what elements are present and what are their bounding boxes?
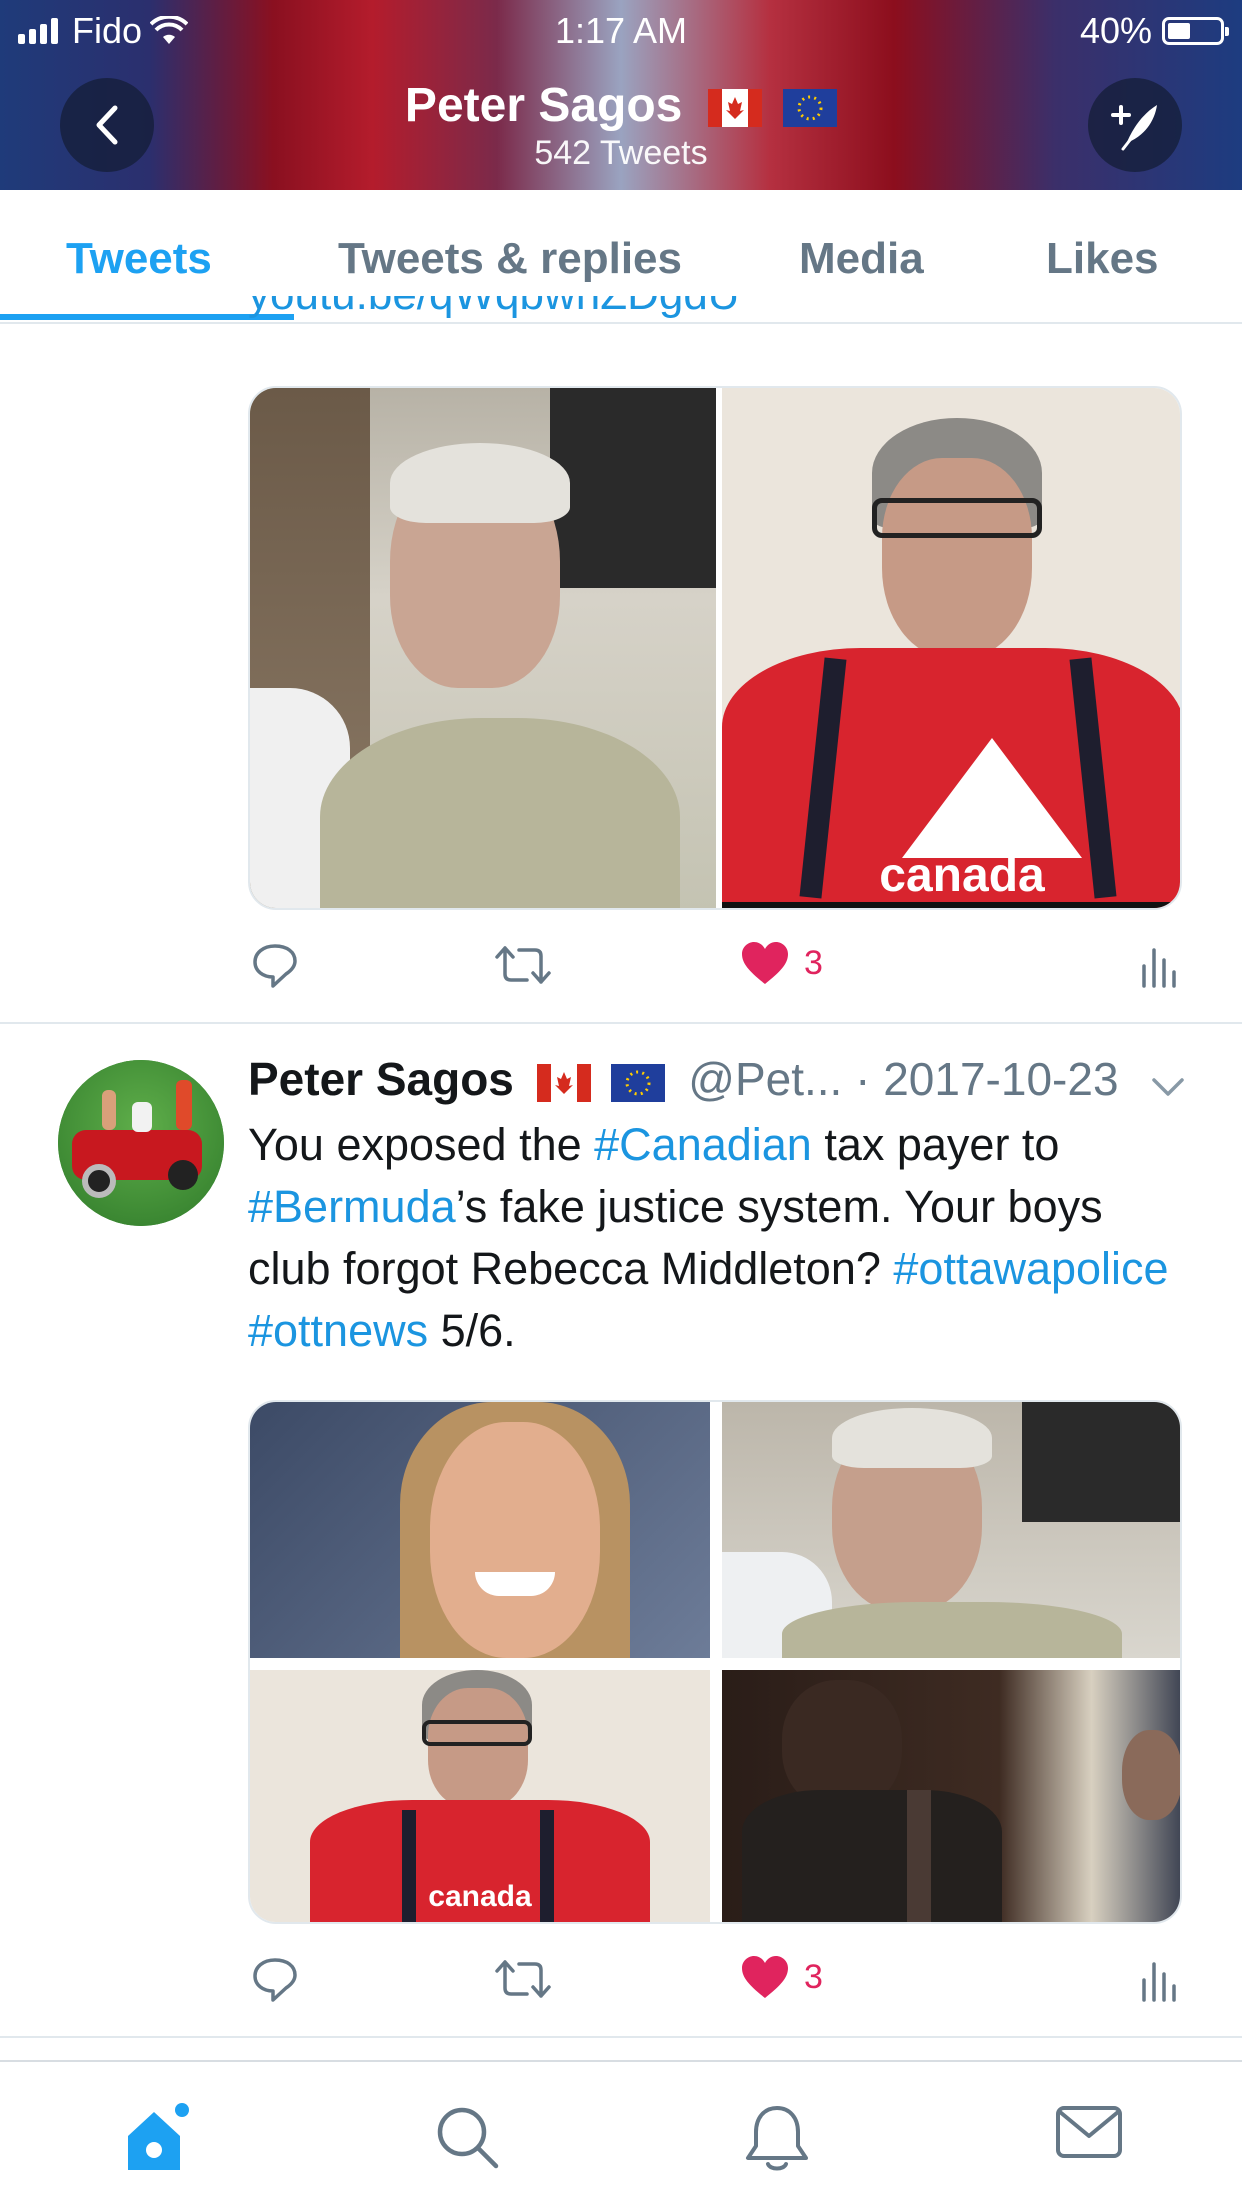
tweet-photo[interactable] bbox=[722, 1402, 1180, 1658]
like-button[interactable]: 3 bbox=[740, 940, 823, 986]
like-count: 3 bbox=[804, 943, 823, 982]
reply-button[interactable] bbox=[250, 940, 300, 990]
tab-likes[interactable]: Likes bbox=[1046, 234, 1159, 284]
tab-tweets-and-replies[interactable]: Tweets & replies bbox=[338, 234, 682, 284]
like-button[interactable]: 3 bbox=[740, 1954, 823, 2000]
tweet-photo[interactable]: canada bbox=[250, 1670, 710, 1922]
eu-flag-icon bbox=[783, 89, 838, 128]
analytics-icon bbox=[1142, 1962, 1176, 2002]
home-icon bbox=[128, 2103, 189, 2170]
tab-tweets[interactable]: Tweets bbox=[66, 234, 212, 284]
bottom-nav bbox=[0, 2060, 1242, 2210]
author-handle[interactable]: @Pet... bbox=[688, 1053, 842, 1105]
compose-tweet-button[interactable] bbox=[1088, 78, 1182, 172]
eu-flag-icon bbox=[611, 1063, 666, 1102]
battery: 40% bbox=[1079, 10, 1229, 52]
reply-button[interactable] bbox=[250, 1954, 300, 2004]
hashtag-link[interactable]: #ottnews bbox=[248, 1305, 428, 1356]
retweet-icon bbox=[495, 946, 551, 984]
hashtag-link[interactable]: #Bermuda bbox=[248, 1181, 456, 1232]
nav-search[interactable] bbox=[432, 2102, 502, 2177]
tweet-actions: 3 bbox=[248, 940, 1188, 1000]
hashtag-link[interactable]: #ottawapolice bbox=[893, 1243, 1168, 1294]
chevron-down-icon[interactable] bbox=[1148, 1072, 1188, 1102]
analytics-button[interactable] bbox=[1138, 940, 1178, 990]
author-name[interactable]: Peter Sagos bbox=[248, 1053, 514, 1105]
reply-icon bbox=[253, 944, 297, 988]
canada-flag-icon bbox=[707, 89, 762, 128]
tweet-photo[interactable] bbox=[722, 1670, 1180, 1922]
tweet-date[interactable]: · 2017-10-23 bbox=[855, 1053, 1118, 1105]
hashtag-link[interactable]: #Canadian bbox=[594, 1119, 812, 1170]
nav-home[interactable] bbox=[120, 2102, 196, 2183]
tweet-text-segment: 5/6. bbox=[428, 1305, 516, 1356]
nav-messages[interactable] bbox=[1054, 2102, 1124, 2167]
profile-header: Fido 1:17 AM 40% Peter Sagos 542 Tweets bbox=[0, 0, 1242, 190]
profile-name-title: Peter Sagos bbox=[0, 78, 1242, 133]
avatar[interactable] bbox=[58, 1060, 224, 1226]
profile-name: Peter Sagos bbox=[404, 79, 683, 132]
tweet-text-segment: tax payer to bbox=[811, 1119, 1060, 1170]
reply-icon bbox=[253, 1958, 297, 2002]
tweet-divider bbox=[0, 1022, 1242, 1024]
notifications-icon bbox=[746, 2106, 808, 2171]
nav-notifications[interactable] bbox=[742, 2102, 812, 2179]
canada-flag-icon bbox=[536, 1063, 591, 1102]
tweet-media-grid[interactable]: canada bbox=[248, 1400, 1182, 1924]
heart-filled-icon bbox=[742, 942, 788, 984]
battery-icon bbox=[1162, 17, 1229, 45]
search-icon bbox=[437, 2107, 499, 2169]
analytics-icon bbox=[1142, 948, 1176, 988]
messages-icon bbox=[1056, 2106, 1122, 2158]
retweet-button[interactable] bbox=[493, 940, 553, 990]
tweet-actions: 3 bbox=[248, 1954, 1188, 2014]
tab-media[interactable]: Media bbox=[799, 234, 924, 284]
tweet-photo[interactable] bbox=[250, 388, 716, 908]
retweet-icon bbox=[495, 1960, 551, 1998]
tweet-media-grid[interactable]: canada bbox=[248, 386, 1182, 910]
battery-percent: 40% bbox=[1079, 10, 1152, 51]
status-time: 1:17 AM bbox=[554, 10, 688, 51]
status-bar: Fido 1:17 AM 40% bbox=[0, 0, 1242, 62]
tweet-photo[interactable] bbox=[250, 1402, 710, 1658]
tweet-text-segment: You exposed the bbox=[248, 1119, 595, 1170]
tweet-text: You exposed the #Canadian tax payer to #… bbox=[248, 1114, 1188, 1362]
retweet-button[interactable] bbox=[493, 1954, 553, 2004]
like-count: 3 bbox=[804, 1957, 823, 1996]
heart-filled-icon bbox=[742, 1956, 788, 1998]
tweet-link[interactable]: youtu.be/qWqbwnZDgdU bbox=[248, 296, 740, 336]
tweet-divider bbox=[0, 2036, 1242, 2038]
tweet-photo[interactable]: canada bbox=[722, 388, 1180, 908]
compose-tweet-icon bbox=[1111, 105, 1157, 151]
analytics-button[interactable] bbox=[1138, 1954, 1178, 2004]
tweet-header: Peter Sagos @Pet... · 2017-10-23 bbox=[248, 1052, 1119, 1106]
tweet-count: 542 Tweets bbox=[534, 134, 708, 172]
